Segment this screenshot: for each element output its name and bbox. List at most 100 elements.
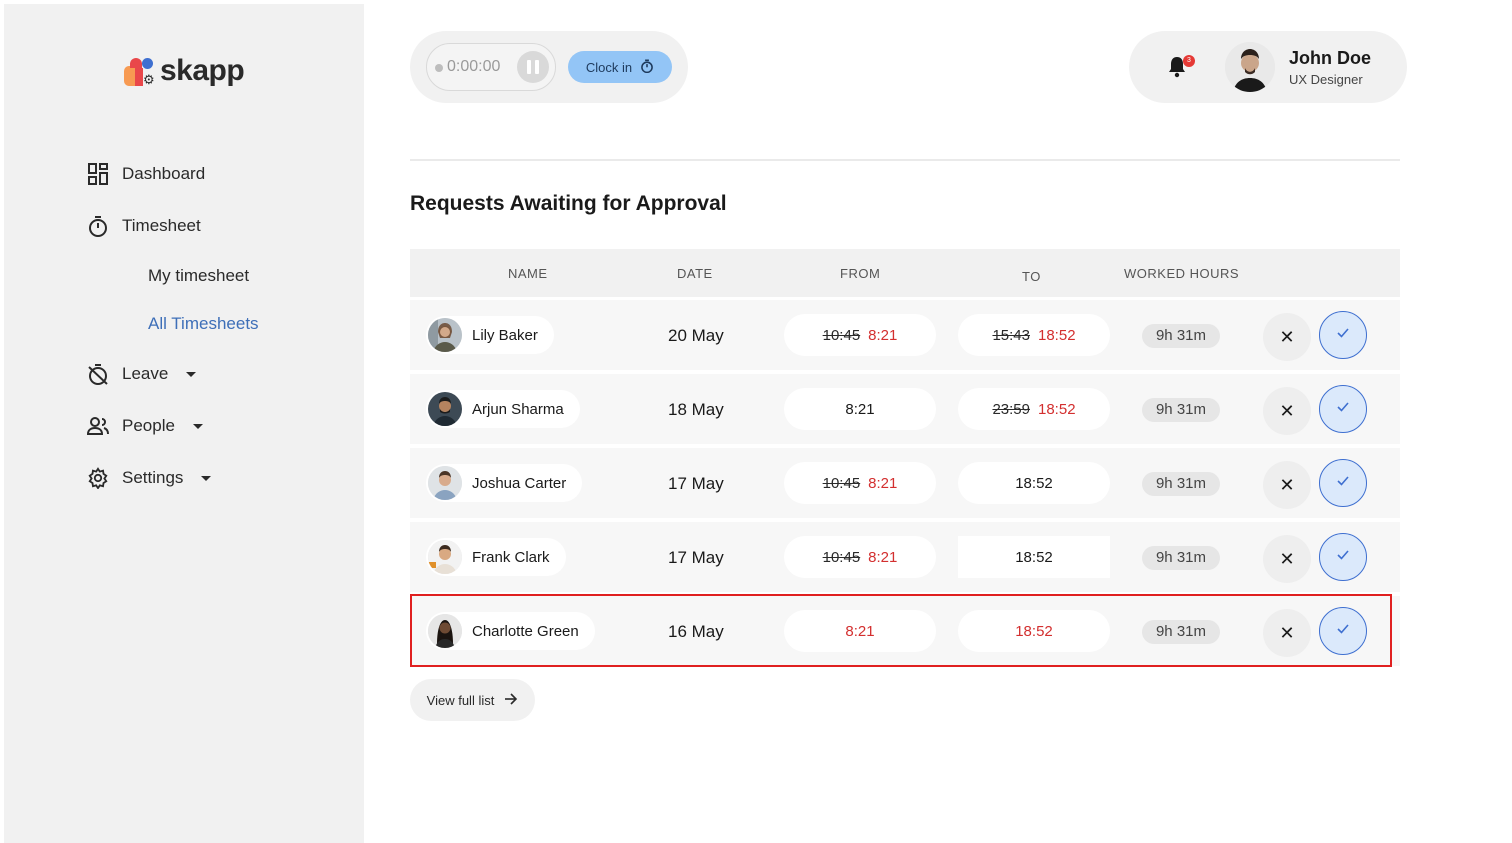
- sidebar-item-settings[interactable]: Settings: [84, 458, 344, 498]
- column-header-date: DATE: [677, 266, 713, 281]
- employee-chip[interactable]: Arjun Sharma: [426, 390, 580, 428]
- pause-button[interactable]: [517, 51, 549, 83]
- employee-name: Joshua Carter: [472, 474, 567, 492]
- view-full-list-label: View full list: [426, 692, 495, 708]
- employee-name: Lily Baker: [472, 326, 538, 344]
- approve-button[interactable]: [1319, 533, 1367, 581]
- sidebar-sub-all-timesheets[interactable]: All Timesheets: [84, 306, 344, 342]
- divider: [410, 159, 1400, 161]
- user-name: John Doe: [1289, 48, 1372, 68]
- sidebar-item-leave[interactable]: Leave: [84, 354, 344, 394]
- to-time: 23:59 18:52: [958, 388, 1110, 430]
- requested-from-time: 8:21: [845, 622, 875, 640]
- table-row: Frank Clark 17 May 10:45 8:21 18:52 9h 3…: [410, 522, 1400, 592]
- notification-badge: 3: [1183, 55, 1195, 67]
- stopwatch-icon: [640, 59, 654, 76]
- view-full-list-button[interactable]: View full list: [410, 679, 535, 721]
- check-icon: [1336, 400, 1350, 418]
- employee-chip[interactable]: Lily Baker: [426, 316, 554, 354]
- reject-button[interactable]: ✕: [1263, 387, 1311, 435]
- request-date: 16 May: [668, 622, 724, 641]
- requested-to-time: 18:52: [1015, 474, 1053, 492]
- original-from-time: 10:45: [822, 326, 861, 344]
- gear-icon: [86, 466, 110, 490]
- close-icon: ✕: [1279, 326, 1295, 347]
- table-row: Lily Baker 20 May 10:45 8:21 15:43 18:52…: [410, 300, 1400, 370]
- from-time: 10:45 8:21: [784, 314, 936, 356]
- page-title: Requests Awaiting for Approval: [410, 192, 727, 215]
- approve-button[interactable]: [1319, 459, 1367, 507]
- employee-name: Arjun Sharma: [472, 400, 564, 418]
- from-time: 10:45 8:21: [784, 462, 936, 504]
- requested-to-time: 18:52: [1038, 400, 1076, 418]
- original-to-time: 23:59: [992, 400, 1030, 418]
- column-header-worked-hours: WORKED HOURS: [1124, 266, 1240, 281]
- user-panel: 3 John Doe UX Designer: [1129, 31, 1407, 103]
- employee-name: Frank Clark: [472, 548, 550, 566]
- request-date: 17 May: [668, 474, 724, 493]
- avatar: [428, 540, 462, 574]
- reject-button[interactable]: ✕: [1263, 609, 1311, 657]
- check-icon: [1336, 326, 1350, 344]
- reject-button[interactable]: ✕: [1263, 535, 1311, 583]
- approve-button[interactable]: [1319, 607, 1367, 655]
- avatar: [428, 318, 462, 352]
- check-icon: [1336, 474, 1350, 492]
- requested-from-time: 8:21: [868, 474, 898, 492]
- from-time: 10:45 8:21: [784, 536, 936, 578]
- avatar[interactable]: [1225, 42, 1275, 92]
- worked-hours-badge: 9h 31m: [1142, 620, 1220, 644]
- clock-panel: 0:00:00 Clock in: [410, 31, 688, 103]
- sidebar-item-timesheet[interactable]: Timesheet: [84, 206, 344, 246]
- request-date: 17 May: [668, 548, 724, 567]
- approve-button[interactable]: [1319, 311, 1367, 359]
- chevron-down-icon[interactable]: [186, 371, 197, 377]
- column-header-name: NAME: [508, 266, 548, 281]
- employee-chip[interactable]: Frank Clark: [426, 538, 566, 576]
- status-dot: [435, 64, 443, 72]
- clock-in-label: Clock in: [585, 59, 633, 75]
- worked-hours-badge: 9h 31m: [1142, 398, 1220, 422]
- requested-from-time: 8:21: [845, 400, 875, 418]
- original-from-time: 10:45: [822, 548, 861, 566]
- app-logo[interactable]: ⚙ skapp: [124, 54, 245, 88]
- logo-mark-icon: ⚙: [124, 56, 155, 86]
- reject-button[interactable]: ✕: [1263, 461, 1311, 509]
- app-name: skapp: [160, 54, 245, 87]
- chevron-down-icon[interactable]: [192, 423, 203, 429]
- arrow-right-icon: [504, 692, 518, 708]
- sidebar-item-label: Settings: [122, 468, 184, 487]
- table-row: Charlotte Green 16 May 8:21 18:52 9h 31m…: [410, 596, 1400, 666]
- clock-in-button[interactable]: Clock in: [568, 51, 672, 83]
- table-row: Joshua Carter 17 May 10:45 8:21 18:52 9h…: [410, 448, 1400, 518]
- approve-button[interactable]: [1319, 385, 1367, 433]
- employee-name: Charlotte Green: [472, 622, 579, 640]
- request-date: 20 May: [668, 326, 724, 345]
- chevron-down-icon[interactable]: [201, 475, 212, 481]
- close-icon: ✕: [1279, 548, 1295, 569]
- to-time: 18:52: [958, 536, 1110, 578]
- employee-chip[interactable]: Charlotte Green: [426, 612, 595, 650]
- sidebar-item-label: Leave: [122, 364, 169, 383]
- requested-to-time: 18:52: [1015, 622, 1053, 640]
- close-icon: ✕: [1279, 474, 1295, 495]
- sidebar: ⚙ skapp Dashboard Timesheet My timesheet…: [4, 4, 364, 843]
- sidebar-item-people[interactable]: People: [84, 406, 344, 446]
- requested-to-time: 18:52: [1038, 326, 1076, 344]
- sidebar-sub-my-timesheet[interactable]: My timesheet: [84, 258, 344, 294]
- request-date: 18 May: [668, 400, 724, 419]
- avatar: [428, 466, 462, 500]
- worked-hours-badge: 9h 31m: [1142, 546, 1220, 570]
- from-time: 8:21: [784, 610, 936, 652]
- column-header-from: FROM: [840, 266, 881, 281]
- to-time: 18:52: [958, 462, 1110, 504]
- requested-to-time: 18:52: [1015, 548, 1053, 566]
- user-role: UX Designer: [1289, 72, 1363, 87]
- table-row: Arjun Sharma 18 May 8:21 23:59 18:52 9h …: [410, 374, 1400, 444]
- reject-button[interactable]: ✕: [1263, 313, 1311, 361]
- worked-hours-badge: 9h 31m: [1142, 472, 1220, 496]
- employee-chip[interactable]: Joshua Carter: [426, 464, 583, 502]
- column-header-to: TO: [1022, 269, 1041, 284]
- original-from-time: 10:45: [822, 474, 861, 492]
- sidebar-item-dashboard[interactable]: Dashboard: [84, 154, 344, 194]
